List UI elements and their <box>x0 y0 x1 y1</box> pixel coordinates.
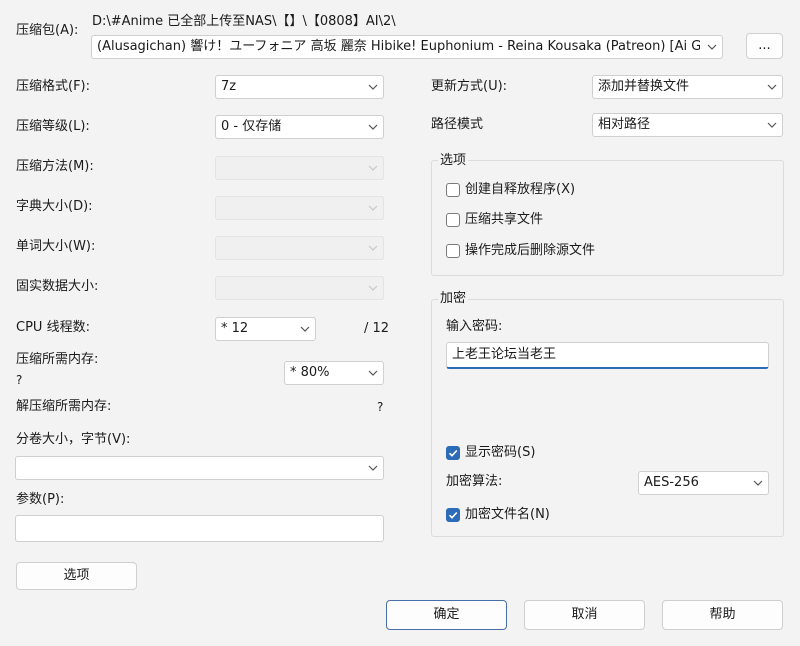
archive-label: 压缩包(A): <box>16 23 79 38</box>
volume-select[interactable] <box>15 456 384 480</box>
browse-button[interactable]: ... <box>746 33 783 59</box>
delete-checkbox[interactable] <box>446 244 460 258</box>
level-value: 0 - 仅存储 <box>221 119 282 134</box>
format-label: 压缩格式(F): <box>16 79 91 94</box>
solid-select[interactable] <box>215 276 384 300</box>
options-group-title: 选项 <box>438 152 469 170</box>
password-label: 输入密码: <box>446 319 503 334</box>
chevron-down-icon <box>367 162 379 174</box>
mem-comp-select[interactable]: * 80% <box>284 361 384 385</box>
shared-label: 压缩共享文件 <box>465 212 544 227</box>
encrypt-group-title: 加密 <box>438 290 469 308</box>
shared-checkbox[interactable] <box>446 213 460 227</box>
chevron-down-icon <box>367 282 379 294</box>
pathmode-value: 相对路径 <box>598 117 651 132</box>
chevron-down-icon <box>299 323 311 335</box>
params-input[interactable] <box>15 515 384 542</box>
cancel-button[interactable]: 取消 <box>524 600 645 630</box>
archive-name-value: (Alusagichan) 響け！ユーフォニア 高坂 麗奈 Hibike! Eu… <box>97 39 700 54</box>
encrypt-names-label: 加密文件名(N) <box>465 507 550 522</box>
options-button[interactable]: 选项 <box>16 562 137 590</box>
show-password-checkbox[interactable] <box>446 446 460 460</box>
chevron-down-icon <box>752 477 764 489</box>
mem-comp-qmark: ? <box>16 373 23 387</box>
level-select[interactable]: 0 - 仅存储 <box>215 115 384 139</box>
format-value: 7z <box>221 79 237 94</box>
sfx-label: 创建自释放程序(X) <box>465 182 576 197</box>
algo-select[interactable]: AES-256 <box>638 471 769 495</box>
mem-decomp-qmark: ? <box>377 400 384 414</box>
chevron-down-icon <box>766 119 778 131</box>
update-value: 添加并替换文件 <box>598 79 690 94</box>
check-icon <box>448 511 458 519</box>
format-select[interactable]: 7z <box>215 75 384 99</box>
chevron-down-icon <box>766 81 778 93</box>
help-button[interactable]: 帮助 <box>662 600 783 630</box>
word-select[interactable] <box>215 236 384 260</box>
chevron-down-icon <box>367 242 379 254</box>
delete-label: 操作完成后删除源文件 <box>465 243 596 258</box>
archive-path: D:\#Anime 已全部上传至NAS\【】\【0808】AI\2\ <box>92 14 396 29</box>
mem-comp-value: * 80% <box>290 365 330 380</box>
volume-label: 分卷大小，字节(V): <box>16 432 131 447</box>
chevron-down-icon <box>367 202 379 214</box>
password-input[interactable]: 上老王论坛当老王 <box>446 342 769 369</box>
chevron-down-icon <box>706 41 718 53</box>
sfx-checkbox[interactable] <box>446 183 460 197</box>
check-icon <box>448 449 458 457</box>
method-label: 压缩方法(M): <box>16 159 94 174</box>
threads-label: CPU 线程数: <box>16 320 90 335</box>
chevron-down-icon <box>367 462 379 474</box>
word-label: 单词大小(W): <box>16 239 96 254</box>
update-label: 更新方式(U): <box>431 79 508 94</box>
chevron-down-icon <box>367 81 379 93</box>
method-select[interactable] <box>215 156 384 180</box>
mem-decomp-label: 解压缩所需内存: <box>16 399 112 414</box>
show-password-label: 显示密码(S) <box>465 445 536 460</box>
pathmode-label: 路径模式 <box>431 117 484 132</box>
level-label: 压缩等级(L): <box>16 119 90 134</box>
threads-total: / 12 <box>364 321 390 336</box>
solid-label: 固实数据大小: <box>16 279 99 294</box>
threads-select[interactable]: * 12 <box>215 317 316 341</box>
dict-select[interactable] <box>215 196 384 220</box>
update-select[interactable]: 添加并替换文件 <box>592 75 783 99</box>
ok-button[interactable]: 确定 <box>386 600 507 630</box>
chevron-down-icon <box>367 121 379 133</box>
archive-name-combo[interactable]: (Alusagichan) 響け！ユーフォニア 高坂 麗奈 Hibike! Eu… <box>91 35 723 59</box>
dict-label: 字典大小(D): <box>16 199 93 214</box>
pathmode-select[interactable]: 相对路径 <box>592 113 783 137</box>
chevron-down-icon <box>367 367 379 379</box>
mem-comp-label: 压缩所需内存: <box>16 352 99 367</box>
algo-value: AES-256 <box>644 475 699 490</box>
encrypt-names-checkbox[interactable] <box>446 508 460 522</box>
params-label: 参数(P): <box>16 492 65 507</box>
threads-value: * 12 <box>221 321 249 336</box>
password-value: 上老王论坛当老王 <box>452 347 557 362</box>
algo-label: 加密算法: <box>446 474 503 489</box>
